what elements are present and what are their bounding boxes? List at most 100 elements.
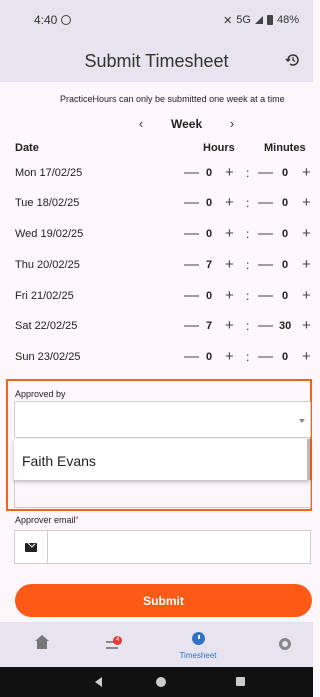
day-row: Sun 23/02/25 — 0 + : — 0 +	[0, 349, 313, 365]
approved-by-select[interactable]	[14, 401, 311, 438]
hours-value: 7	[205, 320, 213, 332]
page-title: Submit Timesheet	[84, 50, 229, 71]
hours-value: 0	[205, 197, 213, 209]
hours-decrement-button[interactable]: —	[184, 349, 199, 365]
day-row: Fri 21/02/25 — 0 + : — 0 +	[0, 288, 313, 304]
minutes-decrement-button[interactable]: —	[258, 288, 273, 304]
day-label: Fri 21/02/25	[15, 290, 74, 302]
time-separator: :	[246, 319, 250, 333]
minutes-increment-button[interactable]: +	[302, 195, 311, 211]
hours-value: 0	[205, 290, 213, 302]
approver-email-field[interactable]	[14, 530, 311, 564]
hours-increment-button[interactable]: +	[225, 318, 234, 334]
time-separator: :	[246, 227, 250, 241]
hours-value: 0	[205, 167, 213, 179]
minutes-value: 0	[281, 290, 289, 302]
time-separator: :	[246, 166, 250, 180]
email-icon-box	[15, 531, 48, 563]
minutes-increment-button[interactable]: +	[302, 349, 311, 365]
hours-decrement-button[interactable]: —	[184, 195, 199, 211]
signal-icon	[254, 16, 263, 24]
status-bar: 4:40 ✕ 5G 48%	[0, 0, 313, 40]
approver-dropdown-menu: Faith Evans	[14, 439, 310, 480]
home-icon	[35, 635, 49, 649]
minutes-decrement-button[interactable]: —	[258, 165, 273, 181]
nav-timesheet[interactable]: Timesheet	[168, 622, 228, 667]
hours-value: 7	[205, 259, 213, 271]
hours-value: 0	[205, 351, 213, 363]
system-home-button[interactable]	[156, 677, 166, 687]
minutes-decrement-button[interactable]: —	[258, 195, 273, 211]
minutes-decrement-button[interactable]: —	[258, 318, 273, 334]
column-minutes: Minutes	[264, 142, 306, 154]
week-navigator: ‹ Week ›	[0, 116, 313, 132]
time-separator: :	[246, 289, 250, 303]
system-recents-button[interactable]	[236, 677, 245, 686]
day-row: Mon 17/02/25 — 0 + : — 0 +	[0, 165, 313, 181]
nav-inbox[interactable]: 4	[82, 622, 142, 667]
minutes-decrement-button[interactable]: —	[258, 257, 273, 273]
hours-increment-button[interactable]: +	[225, 165, 234, 181]
prev-week-button[interactable]: ‹	[135, 116, 147, 131]
gear-icon	[279, 638, 291, 650]
hours-value: 0	[205, 228, 213, 240]
minutes-increment-button[interactable]: +	[302, 165, 311, 181]
hours-decrement-button[interactable]: —	[184, 165, 199, 181]
time-separator: :	[246, 196, 250, 210]
day-row: Tue 18/02/25 — 0 + : — 0 +	[0, 195, 313, 211]
minutes-increment-button[interactable]: +	[302, 288, 311, 304]
battery-level: 48%	[276, 14, 299, 26]
clock-icon	[192, 632, 205, 645]
time-separator: :	[246, 258, 250, 272]
mute-icon: ✕	[223, 14, 233, 27]
approved-by-label: Approved by	[15, 389, 66, 399]
day-row: Wed 19/02/25 — 0 + : — 0 +	[0, 226, 313, 242]
minutes-decrement-button[interactable]: —	[258, 349, 273, 365]
app-bar: Submit Timesheet	[0, 40, 313, 82]
notification-badge: 4	[113, 636, 122, 645]
minutes-value: 0	[281, 197, 289, 209]
hours-decrement-button[interactable]: —	[184, 288, 199, 304]
nav-settings[interactable]	[255, 622, 315, 667]
system-back-button[interactable]	[95, 677, 102, 687]
minutes-increment-button[interactable]: +	[302, 226, 311, 242]
hours-decrement-button[interactable]: —	[184, 318, 199, 334]
history-icon[interactable]	[285, 52, 301, 68]
network-label: 5G	[236, 14, 251, 26]
hours-increment-button[interactable]: +	[225, 195, 234, 211]
approver-email-label-text: Approver email	[15, 515, 76, 525]
minutes-value: 0	[281, 259, 289, 271]
submit-button[interactable]: Submit	[15, 584, 312, 617]
bottom-nav: 4 Timesheet	[0, 622, 313, 667]
minutes-value: 0	[281, 351, 289, 363]
hours-decrement-button[interactable]: —	[184, 226, 199, 242]
minutes-decrement-button[interactable]: —	[258, 226, 273, 242]
minutes-increment-button[interactable]: +	[302, 257, 311, 273]
approver-option[interactable]: Faith Evans	[22, 453, 96, 469]
day-label: Thu 20/02/25	[15, 259, 80, 271]
submission-notice: PracticeHours can only be submitted one …	[60, 94, 285, 104]
day-label: Mon 17/02/25	[15, 167, 83, 179]
day-label: Sat 22/02/25	[15, 320, 78, 332]
day-label: Sun 23/02/25	[15, 351, 81, 363]
hours-decrement-button[interactable]: —	[184, 257, 199, 273]
column-date: Date	[15, 142, 39, 154]
minutes-value: 0	[281, 167, 289, 179]
week-label: Week	[171, 117, 203, 131]
hours-increment-button[interactable]: +	[225, 288, 234, 304]
nav-home[interactable]	[12, 622, 72, 667]
battery-icon	[266, 15, 273, 25]
hours-increment-button[interactable]: +	[225, 349, 234, 365]
hours-increment-button[interactable]: +	[225, 257, 234, 273]
whatsapp-icon	[61, 15, 72, 25]
status-time: 4:40	[34, 13, 58, 27]
mail-icon	[25, 542, 37, 552]
day-row: Thu 20/02/25 — 7 + : — 0 +	[0, 257, 313, 273]
chevron-down-icon	[299, 419, 305, 423]
day-row: Sat 22/02/25 — 7 + : — 30 +	[0, 318, 313, 334]
next-week-button[interactable]: ›	[226, 116, 238, 131]
time-separator: :	[246, 350, 250, 364]
minutes-increment-button[interactable]: +	[302, 318, 311, 334]
hours-increment-button[interactable]: +	[225, 226, 234, 242]
minutes-value: 0	[281, 228, 289, 240]
